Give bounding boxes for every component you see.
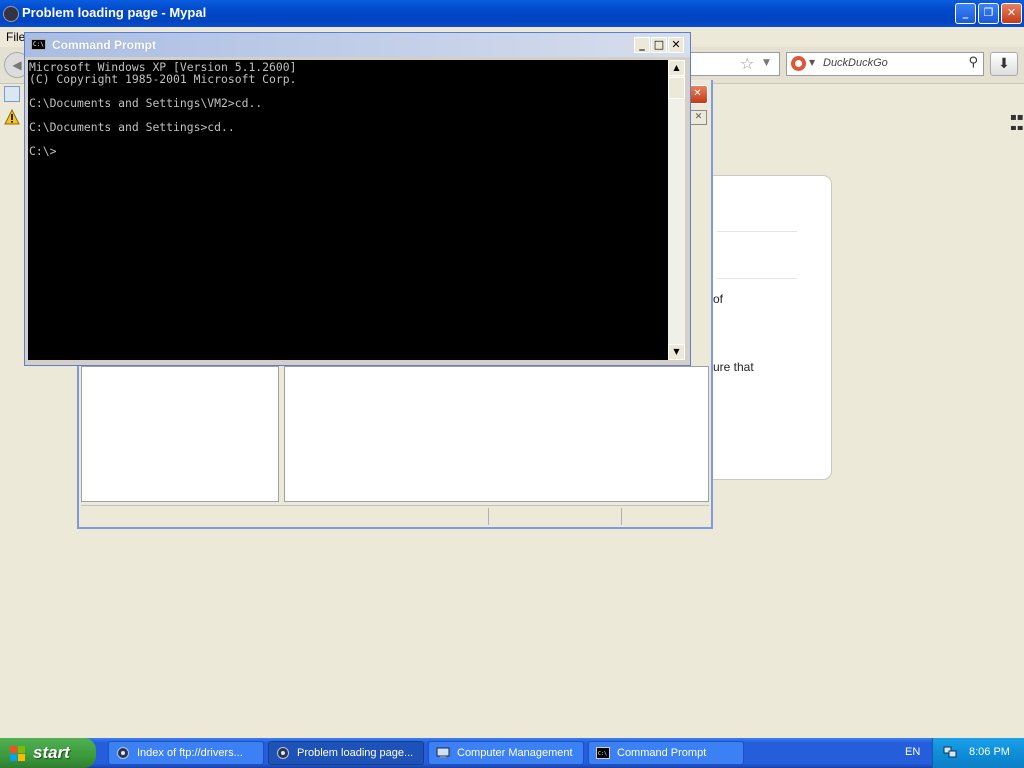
computer-management-inner-close-button[interactable]: ✕ [690,110,707,125]
divider [717,231,797,232]
duckduckgo-icon[interactable] [791,56,806,71]
warning-icon [4,109,20,125]
url-dropdown-icon[interactable]: ▼ [763,58,770,68]
status-separator [488,508,489,525]
taskbar-button-label: Index of ftp://drivers... [137,747,243,759]
search-input[interactable]: ▼ DuckDuckGo ⚲ [786,52,984,76]
scroll-down-icon[interactable]: ▼ [668,344,685,360]
browser-icon [277,747,289,759]
tree-pane[interactable] [81,366,279,502]
taskbar-button-computer-management[interactable]: Computer Management [428,741,584,765]
browser-title-bar[interactable]: Problem loading page - Mypal _ ❐ ✕ [0,0,1024,27]
restore-button[interactable]: ❐ [978,3,999,24]
cmd-maximize-button[interactable]: □ [651,37,667,53]
error-text-fragment: ure that [713,360,754,374]
console-text: Microsoft Windows XP [Version 5.1.2600] … [29,60,297,158]
taskbar-button-label: Problem loading page... [297,747,414,759]
start-button[interactable]: start [0,738,96,768]
clock[interactable]: 8:06 PM [969,746,1010,758]
minimize-button[interactable]: _ [955,3,976,24]
status-bar [81,505,709,527]
scroll-thumb[interactable] [668,77,685,99]
cmd-icon: C:\ [596,747,610,759]
cmd-title-bar[interactable]: C:\ Command Prompt [25,33,690,57]
cmd-close-button[interactable]: ✕ [668,37,684,53]
taskbar-button-ftp[interactable]: Index of ftp://drivers... [108,741,264,765]
download-arrow-icon: ⬇ [998,56,1010,72]
browser-title: Problem loading page - Mypal [22,5,207,20]
scroll-up-icon[interactable]: ▲ [668,60,685,76]
cmd-title: Command Prompt [52,38,157,52]
cmd-scrollbar[interactable]: ▲ ▼ [668,60,685,360]
error-text-fragment: of [713,292,724,306]
search-engine-dropdown-icon[interactable]: ▼ [809,58,815,67]
windows-flag-icon [10,746,25,761]
magnifier-tab-icon[interactable] [4,86,20,102]
close-button[interactable]: ✕ [1001,3,1022,24]
status-separator [621,508,622,525]
computer-management-icon [436,747,450,758]
svg-text:C:\: C:\ [598,751,607,757]
cmd-icon: C:\ [31,39,46,50]
taskbar-button-problem-loading[interactable]: Problem loading page... [268,741,424,765]
details-pane[interactable] [284,366,709,502]
network-icon[interactable] [943,746,957,758]
console-output[interactable]: Microsoft Windows XP [Version 5.1.2600] … [28,60,668,360]
taskbar-button-command-prompt[interactable]: C:\ Command Prompt [588,741,744,765]
taskbar-button-label: Computer Management [457,747,573,759]
back-arrow-icon: ◀ [12,58,22,72]
taskbar-button-label: Command Prompt [617,747,707,759]
start-label: start [33,743,70,762]
browser-icon [117,747,129,759]
error-card: of ure that [697,175,832,480]
search-placeholder: DuckDuckGo [823,57,888,69]
divider [717,278,797,279]
browser-icon [3,6,19,22]
search-icon[interactable]: ⚲ [968,55,978,70]
download-button[interactable]: ⬇ [990,52,1018,76]
system-tray: 8:06 PM [932,738,1024,768]
bookmark-star-icon[interactable]: ☆ [740,54,754,73]
cmd-minimize-button[interactable]: _ [634,37,650,53]
language-indicator[interactable]: EN [905,746,920,758]
menu-file[interactable]: File [6,30,25,44]
